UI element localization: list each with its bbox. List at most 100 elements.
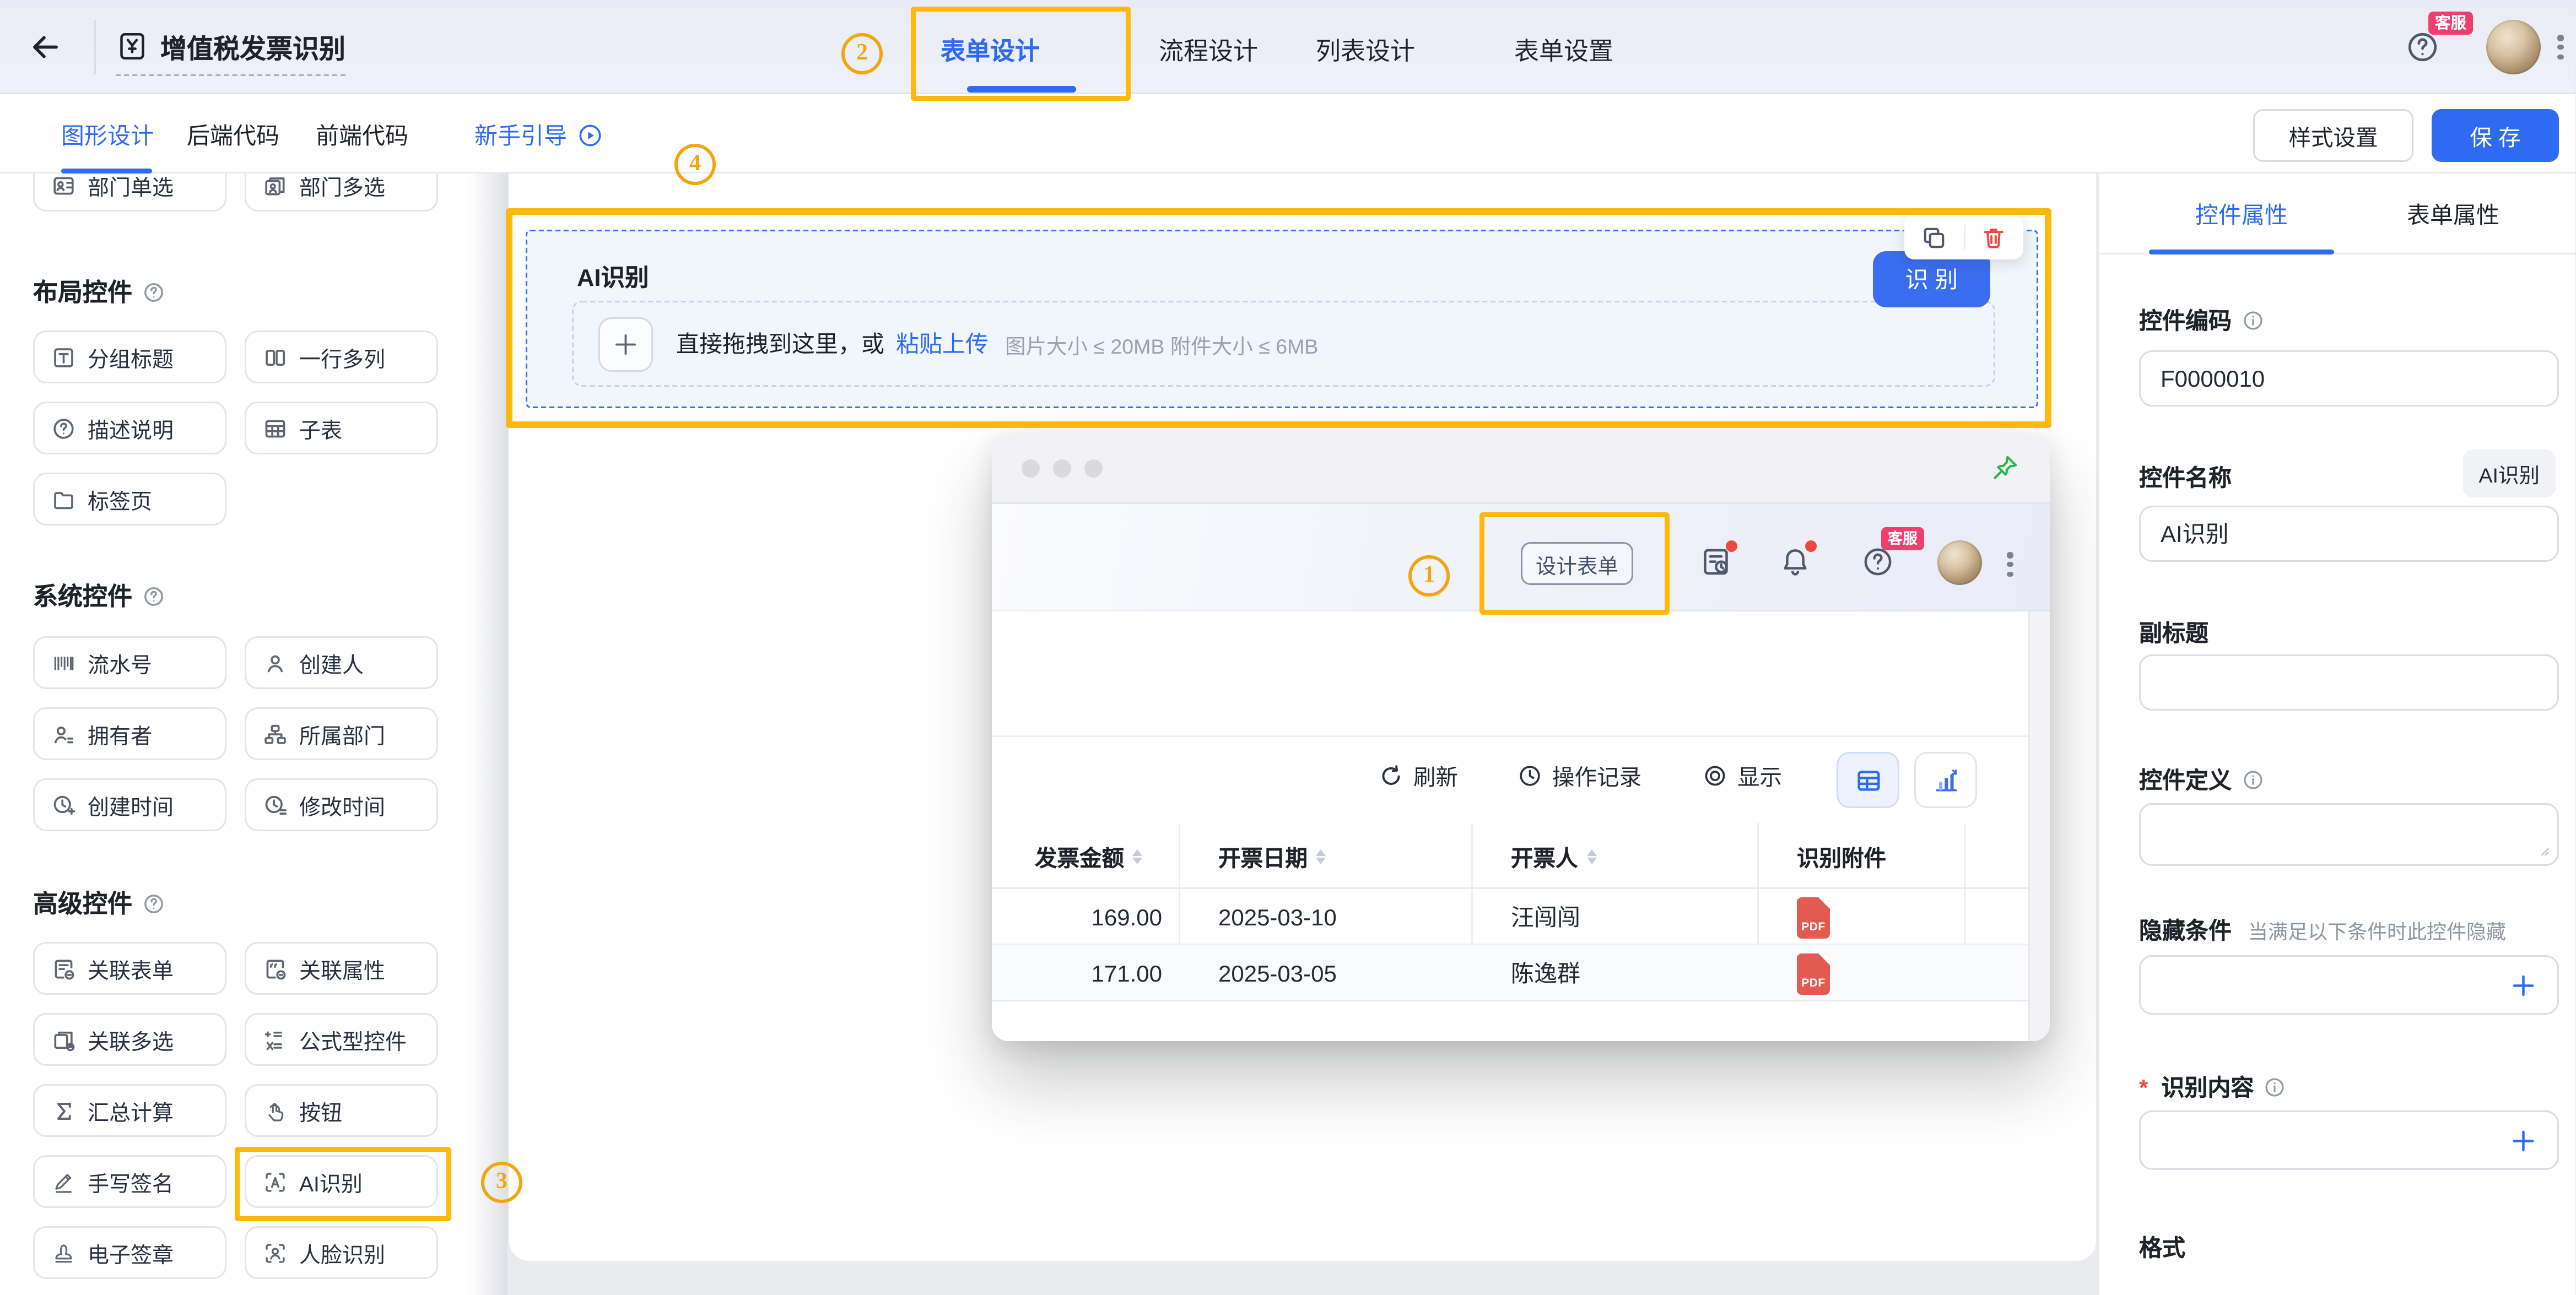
add-content-icon[interactable] [2509,1127,2537,1155]
form-title-group[interactable]: 增值税发票识别 [116,23,345,76]
play-icon [577,122,603,149]
code-input[interactable] [2139,350,2559,407]
sidebar-item-serial-number[interactable]: 流水号 [33,636,226,689]
add-file-button[interactable] [598,317,653,371]
chart-view-button[interactable] [1914,752,1977,808]
column-header-date[interactable]: 开票日期 [1218,823,1326,889]
section-help-icon[interactable] [142,892,165,915]
upload-dropzone[interactable]: 直接拖拽到这里，或 粘贴上传 图片大小 ≤ 20MB 附件大小 ≤ 6MB [572,301,1995,387]
traffic-dot-icon[interactable] [1053,459,1071,478]
beginner-guide-link[interactable]: 新手引导 [474,119,603,152]
column-header-attachment[interactable]: 识别附件 [1797,823,1886,889]
subtitle-input[interactable] [2139,654,2559,711]
table-view-button[interactable] [1837,752,1899,808]
sidebar-item-linked-attr[interactable]: 关联属性 [245,942,438,995]
style-settings-button[interactable]: 样式设置 [2253,109,2413,162]
sidebar-item-dept-multi[interactable]: 部门多选 [245,174,438,212]
history-button[interactable]: 操作记录 [1517,758,1641,792]
tab-widget-props-underline [2149,250,2334,254]
sidebar-item-tab-page[interactable]: 标签页 [33,473,226,525]
tab-graphic-design[interactable]: 图形设计 [61,119,154,152]
info-icon[interactable] [2242,309,2265,332]
tab-form-props[interactable]: 表单属性 [2407,198,2499,231]
sidebar-item-creator[interactable]: 创建人 [245,636,438,689]
definition-textarea[interactable] [2139,803,2559,866]
hidden-condition-box[interactable] [2139,955,2559,1015]
sidebar-item-eseal[interactable]: 电子签章 [33,1226,226,1279]
pin-icon[interactable] [1990,453,2020,483]
tab-list-design[interactable]: 列表设计 [1316,33,1415,68]
column-header-amount[interactable]: 发票金额 [1035,823,1142,889]
help-icon[interactable] [2405,30,2440,64]
tab-flow-design[interactable]: 流程设计 [1159,33,1258,68]
sidebar-item-summary[interactable]: 汇总计算 [33,1084,226,1137]
sidebar-item-modify-time[interactable]: 修改时间 [245,778,438,831]
save-button[interactable]: 保 存 [2432,109,2559,162]
sidebar-item-label: 分组标题 [88,342,174,373]
window-more-icon[interactable] [2003,549,2017,581]
sidebar-item-label: 子表 [299,413,342,444]
plus-icon [612,330,640,358]
delete-icon[interactable] [1981,224,2007,251]
window-avatar[interactable] [1937,540,1982,585]
recognize-button[interactable]: 识 别 [1873,251,1990,307]
resize-handle-icon[interactable] [2534,841,2551,858]
avatar[interactable] [2486,20,2541,74]
info-icon[interactable] [2264,1076,2287,1099]
window-titlebar[interactable] [992,435,2050,504]
formula-icon [263,1027,288,1052]
window-scrollbar-gutter[interactable] [2028,611,2050,1041]
table-row[interactable]: 171.00 2025-03-05 陈逸群 PDF [992,945,2028,1001]
window-help-icon[interactable] [1861,545,1894,578]
face-recognition-icon [263,1240,288,1265]
sidebar-item-ai-recognition[interactable]: AI识别 [245,1155,438,1208]
sidebar-item-create-time[interactable]: 创建时间 [33,778,226,831]
traffic-dot-icon[interactable] [1022,459,1040,478]
name-input[interactable] [2139,506,2559,562]
table-row[interactable]: 169.00 2025-03-10 汪闯闯 PDF [992,889,2028,945]
tab-form-design[interactable]: 表单设计 [941,33,1040,68]
sidebar-item-linked-form[interactable]: 关联表单 [33,942,226,995]
back-icon[interactable] [30,31,61,63]
sort-icon[interactable] [1316,849,1326,864]
sidebar-item-signature[interactable]: 手写签名 [33,1155,226,1208]
annotation-4: 4 [674,144,716,185]
pdf-file-icon[interactable]: PDF [1797,897,1830,938]
sidebar-item-button[interactable]: 按钮 [245,1084,438,1137]
dropzone-text: 直接拖拽到这里，或 [676,327,884,360]
sidebar-item-formula[interactable]: 公式型控件 [245,1013,438,1066]
sidebar-item-group-title[interactable]: 分组标题 [33,330,226,383]
cell-attachment[interactable]: PDF [1797,889,1830,945]
sidebar-item-face-recognition[interactable]: 人脸识别 [245,1226,438,1279]
paste-upload-link[interactable]: 粘贴上传 [896,327,989,360]
cell-attachment[interactable]: PDF [1797,945,1830,1001]
display-button[interactable]: 显示 [1703,758,1782,792]
info-icon[interactable] [2242,768,2265,792]
tab-backend-code[interactable]: 后端代码 [187,119,279,152]
ai-recognition-component[interactable]: AI识别 直接拖拽到这里，或 粘贴上传 图片大小 ≤ 20MB 附件大小 ≤ 6… [526,230,2038,408]
sidebar-item-department[interactable]: 所属部门 [245,707,438,760]
tab-form-settings[interactable]: 表单设置 [1514,33,1613,68]
section-help-icon[interactable] [142,280,165,304]
sidebar-item-multi-column[interactable]: 一行多列 [245,330,438,383]
tab-frontend-code[interactable]: 前端代码 [316,119,408,152]
sort-icon[interactable] [1132,849,1142,864]
refresh-button[interactable]: 刷新 [1379,758,1458,792]
recognition-content-box[interactable] [2139,1110,2559,1170]
design-form-button[interactable]: 设计表单 [1521,542,1633,585]
more-menu-icon[interactable] [2554,31,2567,63]
tab-widget-props[interactable]: 控件属性 [2195,198,2288,231]
section-help-icon[interactable] [142,584,165,608]
display-label: 显示 [1737,758,1782,792]
sidebar-item-dept-single[interactable]: 部门单选 [33,174,226,212]
add-condition-icon[interactable] [2509,972,2537,1000]
sidebar-item-description[interactable]: 描述说明 [33,402,226,454]
sidebar-item-linked-multi[interactable]: 关联多选 [33,1013,226,1066]
pdf-file-icon[interactable]: PDF [1797,953,1830,994]
sidebar-item-owner[interactable]: 拥有者 [33,707,226,760]
traffic-dot-icon[interactable] [1084,459,1103,478]
column-header-person[interactable]: 开票人 [1511,823,1596,889]
copy-icon[interactable] [1920,224,1947,251]
sort-icon[interactable] [1586,849,1596,864]
sidebar-item-subtable[interactable]: 子表 [245,402,438,454]
